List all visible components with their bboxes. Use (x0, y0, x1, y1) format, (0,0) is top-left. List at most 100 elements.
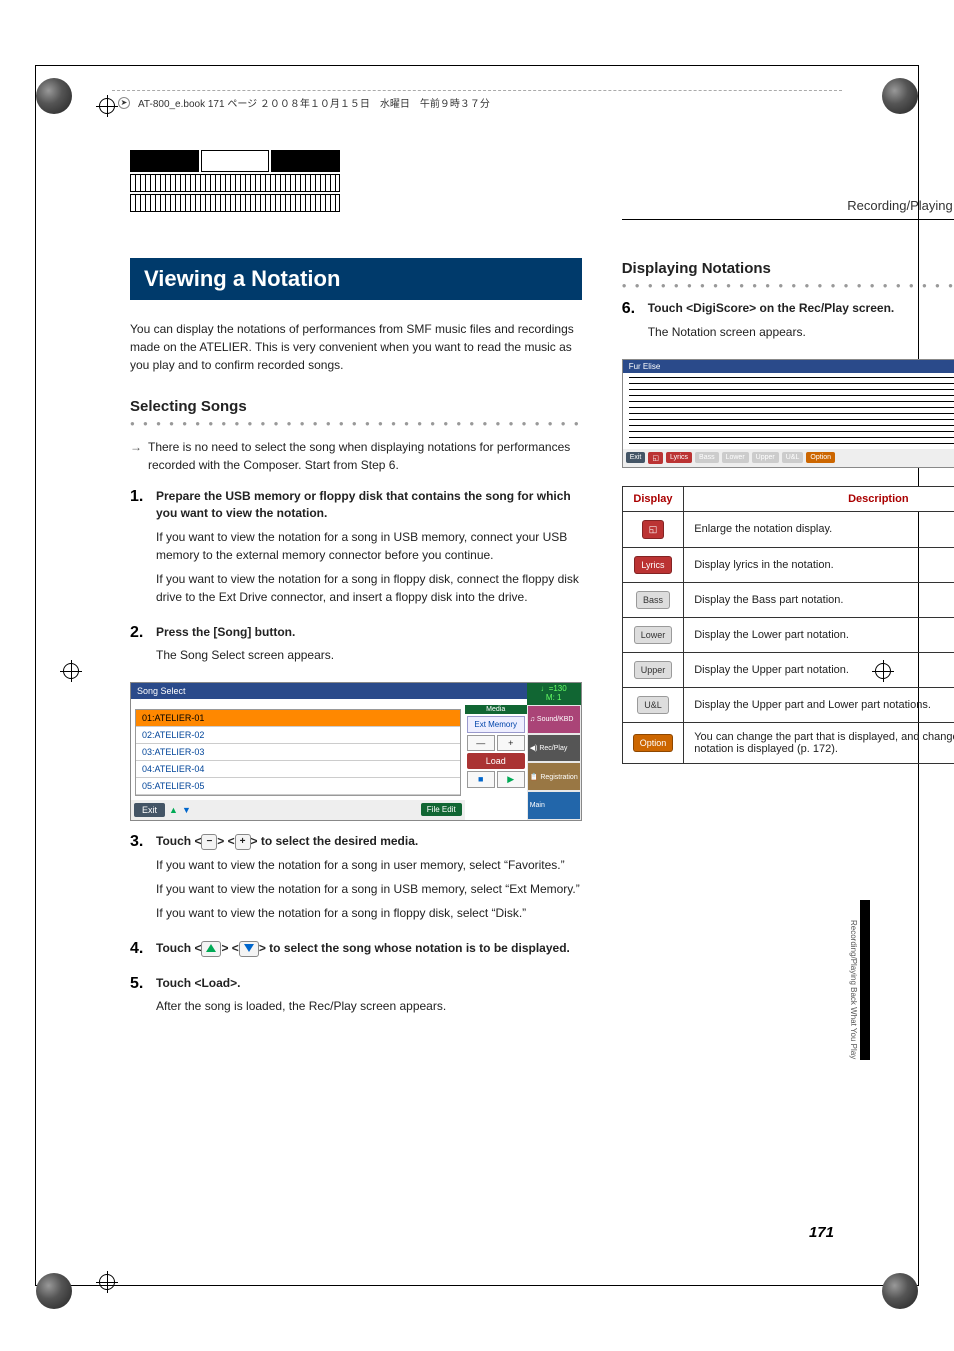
print-header: ➤ AT-800_e.book 171 ページ ２００８年１０月１５日 水曜日 … (112, 90, 842, 114)
step-2: 2. Press the [Song] button. The Song Sel… (130, 624, 582, 671)
tab-sound[interactable]: ♫ Sound/KBD (528, 706, 580, 733)
option-icon: Option (633, 734, 674, 752)
step-lead: Touch <DigiScore> on the Rec/Play screen… (648, 300, 954, 317)
media-label: Media (465, 705, 527, 714)
dotted-rule: ● ● ● ● ● ● ● ● ● ● ● ● ● ● ● ● ● ● ● ● … (130, 419, 582, 428)
step-number: 1. (130, 488, 148, 612)
list-item[interactable]: 03:ATELIER-03 (136, 744, 460, 761)
table-desc: Display the Bass part notation. (684, 582, 954, 617)
enlarge-button[interactable]: ◱ (648, 452, 663, 464)
step-body: If you want to view the notation for a s… (156, 880, 582, 898)
list-item[interactable]: 05:ATELIER-05 (136, 778, 460, 795)
song-select-screenshot: Song Select ♩=130 M: 1 01:ATELIER-01 02:… (130, 682, 582, 821)
list-item[interactable]: 01:ATELIER-01 (136, 710, 460, 727)
bass-icon: Bass (636, 591, 670, 609)
upper-icon: Upper (634, 661, 673, 679)
step-body: After the song is loaded, the Rec/Play s… (156, 997, 582, 1015)
exit-button[interactable]: Exit (134, 803, 165, 817)
page-content: Viewing a Notation You can display the n… (130, 198, 834, 1251)
media-value[interactable]: Ext Memory (467, 716, 525, 733)
up-arrow-icon (201, 941, 221, 957)
table-desc: Display the Upper part and Lower part no… (684, 687, 954, 722)
print-mark-corner (36, 1273, 72, 1309)
stop-icon[interactable]: ■ (467, 771, 495, 788)
note-arrow-line: → There is no need to select the song wh… (130, 438, 582, 474)
thumb-tab (860, 900, 870, 1060)
table-desc: Enlarge the notation display. (684, 511, 954, 547)
step-number: 3. (130, 833, 148, 928)
lower-button[interactable]: Lower (722, 452, 749, 463)
arrow-icon: → (130, 438, 142, 474)
left-column: Viewing a Notation You can display the n… (130, 198, 582, 1251)
notation-screenshot: Fur Elise 3/8 ♩=260 M: 1 ♫ Sound/KBD ◀) … (622, 359, 954, 468)
step-6: 6. Touch <DigiScore> on the Rec/Play scr… (622, 300, 954, 347)
minus-button[interactable]: — (467, 735, 495, 751)
table-row: Bass Display the Bass part notation. (622, 582, 954, 617)
main-heading: Viewing a Notation (130, 258, 582, 300)
music-staff (629, 377, 954, 409)
table-desc: Display the Lower part notation. (684, 617, 954, 652)
side-chapter-text: Recording/Playing Back What You Play (849, 920, 858, 1059)
chapter-heading: Recording/Playing Back What You Play (622, 198, 954, 220)
print-mark-corner (36, 78, 72, 114)
load-button[interactable]: Load (467, 753, 525, 769)
file-edit-button[interactable]: File Edit (421, 803, 462, 816)
exit-button[interactable]: Exit (626, 452, 646, 463)
table-desc: Display lyrics in the notation. (684, 547, 954, 582)
step-lead: Touch <−> <+> to select the desired medi… (156, 833, 582, 850)
step-body: If you want to view the notation for a s… (156, 904, 582, 922)
bass-button[interactable]: Bass (695, 452, 719, 463)
tab-main[interactable]: Main (528, 792, 580, 819)
table-row: ◱ Enlarge the notation display. (622, 511, 954, 547)
song-list: 01:ATELIER-01 02:ATELIER-02 03:ATELIER-0… (135, 709, 461, 796)
step-1: 1. Prepare the USB memory or floppy disk… (130, 488, 582, 612)
displaying-notations-heading: Displaying Notations (622, 260, 954, 277)
step-body: The Notation screen appears. (648, 323, 954, 341)
upper-button[interactable]: Upper (752, 452, 779, 463)
music-staff (629, 413, 954, 445)
step-lead: Touch <Load>. (156, 975, 582, 992)
down-arrow-icon (239, 941, 259, 957)
step-lead: Touch <> <> to select the song whose not… (156, 940, 582, 957)
list-item[interactable]: 02:ATELIER-02 (136, 727, 460, 744)
step-number: 2. (130, 624, 148, 671)
step-body: If you want to view the notation for a s… (156, 856, 582, 874)
lyrics-button[interactable]: Lyrics (666, 452, 692, 463)
scroll-up-icon[interactable]: ▲ (169, 805, 178, 815)
ul-button[interactable]: U&L (782, 452, 804, 463)
lower-icon: Lower (634, 626, 673, 644)
screen-title: Song Select (137, 686, 186, 696)
tab-registration[interactable]: 📋 Registration (528, 763, 580, 790)
plus-icon: + (235, 834, 251, 850)
table-row: Lyrics Display lyrics in the notation. (622, 547, 954, 582)
table-header: Description (684, 486, 954, 511)
intro-paragraph: You can display the notations of perform… (130, 320, 582, 374)
table-header: Display (622, 486, 684, 511)
step-body: If you want to view the notation for a s… (156, 528, 582, 564)
step-lead: Prepare the USB memory or floppy disk th… (156, 488, 582, 522)
table-row: U&L Display the Upper part and Lower par… (622, 687, 954, 722)
registration-mark (60, 660, 82, 682)
table-row: Lower Display the Lower part notation. (622, 617, 954, 652)
play-icon[interactable]: ▶ (497, 771, 525, 788)
step-number: 4. (130, 940, 148, 963)
tab-recplay[interactable]: ◀) Rec/Play (528, 735, 580, 762)
right-column: Recording/Playing Back What You Play Dis… (622, 198, 954, 1251)
selecting-songs-heading: Selecting Songs (130, 398, 582, 415)
option-button[interactable]: Option (806, 452, 835, 463)
side-tabs: ♫ Sound/KBD ◀) Rec/Play 📋 Registration M… (527, 705, 581, 820)
step-lead: Press the [Song] button. (156, 624, 582, 641)
registration-mark (96, 1271, 118, 1293)
plus-button[interactable]: + (497, 735, 525, 751)
step-5: 5. Touch <Load>. After the song is loade… (130, 975, 582, 1022)
table-desc: You can change the part that is displaye… (684, 722, 954, 763)
step-body: The Song Select screen appears. (156, 646, 582, 664)
table-row: Option You can change the part that is d… (622, 722, 954, 763)
list-item[interactable]: 04:ATELIER-04 (136, 761, 460, 778)
header-arrow-icon: ➤ (118, 97, 130, 109)
step-number: 6. (622, 300, 640, 347)
scroll-down-icon[interactable]: ▼ (182, 805, 191, 815)
page-number: 171 (809, 1224, 834, 1241)
print-mark-corner (882, 78, 918, 114)
step-4: 4. Touch <> <> to select the song whose … (130, 940, 582, 963)
